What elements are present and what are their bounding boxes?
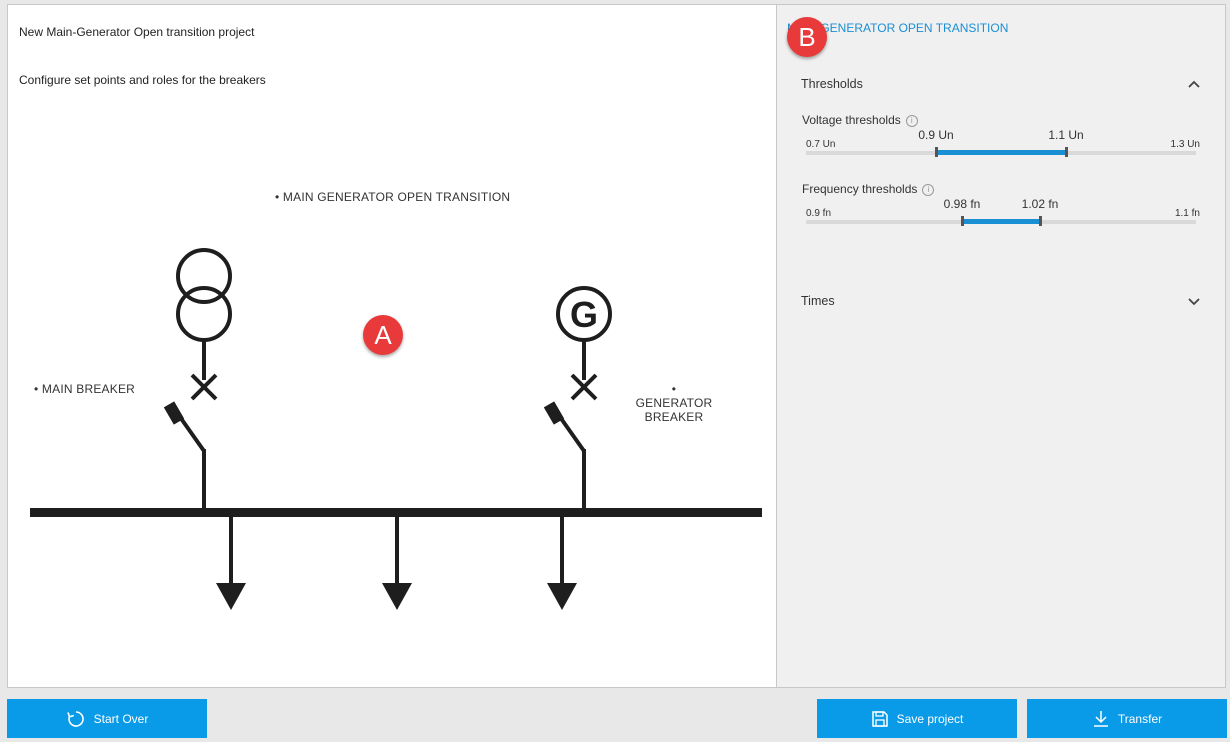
save-icon	[871, 710, 888, 727]
generator-breaker-label-line1: • GENERATOR	[635, 382, 713, 410]
frequency-threshold-slider[interactable]: 0.9 fn 1.1 fn 0.98 fn 1.02 fn	[806, 194, 1200, 234]
slider-handle-low[interactable]	[961, 216, 964, 226]
save-project-button[interactable]: Save project	[817, 699, 1017, 738]
slider-max-label: 1.3 Un	[1170, 139, 1200, 150]
annotation-badge-b: B	[787, 17, 827, 57]
generator-icon: G	[556, 286, 612, 342]
annotation-badge-a: A	[363, 315, 403, 355]
refresh-icon	[66, 710, 84, 727]
times-header-label: Times	[801, 294, 835, 308]
generator-breaker-label: • GENERATOR BREAKER	[634, 382, 714, 424]
slider-handle-high[interactable]	[1039, 216, 1042, 226]
slider-handle-high[interactable]	[1065, 147, 1068, 157]
slider-max-label: 1.1 fn	[1174, 208, 1200, 219]
transfer-button[interactable]: Transfer	[1027, 699, 1227, 738]
download-icon	[1093, 710, 1108, 727]
thresholds-section-header[interactable]: Thresholds	[801, 77, 1201, 91]
diagram-panel: New Main-Generator Open transition proje…	[8, 5, 777, 687]
slider-high-value: 1.1 Un	[1048, 128, 1084, 142]
slider-range	[962, 219, 1040, 224]
main-frame: New Main-Generator Open transition proje…	[7, 4, 1226, 688]
chevron-down-icon	[1188, 298, 1200, 306]
diagram-title: • MAIN GENERATOR OPEN TRANSITION	[275, 190, 511, 204]
voltage-threshold-slider[interactable]: 0.7 Un 1.3 Un 0.9 Un 1.1 Un	[806, 125, 1200, 165]
start-over-label: Start Over	[93, 711, 149, 726]
main-breaker-label: • MAIN BREAKER	[34, 382, 136, 396]
load-arrow-icon	[547, 515, 577, 610]
save-project-label: Save project	[896, 711, 964, 726]
thresholds-header-label: Thresholds	[801, 77, 863, 91]
transfer-label: Transfer	[1117, 711, 1163, 726]
main-breaker-switch	[163, 401, 206, 509]
generator-breaker-switch	[543, 401, 586, 509]
transformer-icon	[176, 248, 232, 342]
settings-panel: MAIN GENERATOR OPEN TRANSITION B Thresho…	[777, 5, 1225, 687]
slider-min-label: 0.9 fn	[806, 208, 832, 219]
times-section-header[interactable]: Times	[801, 294, 1201, 308]
load-arrow-icon	[382, 515, 412, 610]
slider-min-label: 0.7 Un	[806, 139, 836, 150]
slider-low-value: 0.98 fn	[943, 197, 981, 211]
slider-high-value: 1.02 fn	[1021, 197, 1059, 211]
generator-breaker-label-line2: BREAKER	[644, 410, 704, 424]
load-arrow-icon	[216, 515, 246, 610]
generator-symbol: G	[570, 294, 598, 335]
slider-low-value: 0.9 Un	[918, 128, 954, 142]
slider-range	[936, 150, 1066, 155]
slider-handle-low[interactable]	[935, 147, 938, 157]
start-over-button[interactable]: Start Over	[7, 699, 207, 738]
chevron-up-icon	[1188, 80, 1200, 88]
